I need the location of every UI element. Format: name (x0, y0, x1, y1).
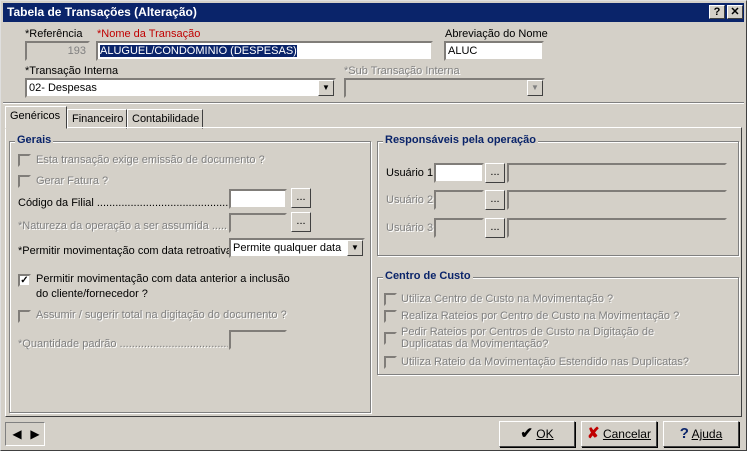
fatura-checkbox[interactable] (18, 175, 31, 188)
custo-opt2-label: Realiza Rateios por Centro de Custo na M… (401, 310, 680, 322)
usuario3-name-field (507, 218, 727, 238)
nome-input[interactable]: ALUGUEL/CONDOMINIO (DESPESAS) (96, 41, 433, 61)
transacao-select[interactable]: 02- Despesas ▼ (25, 78, 336, 98)
responsaveis-title: Responsáveis pela operação (383, 134, 539, 146)
chevron-down-icon[interactable]: ▼ (318, 80, 334, 96)
custo-opt3-checkbox[interactable] (384, 332, 397, 345)
fatura-label: Gerar Fatura ? (36, 175, 109, 187)
assumir-label: Assumir / sugerir total na digitação do … (36, 309, 287, 321)
title-bar: Tabela de Transações (Alteração) (3, 3, 744, 22)
emissao-checkbox[interactable] (18, 154, 31, 167)
filial-label: Código da Filial .......................… (18, 197, 228, 209)
usuario1-browse-button[interactable]: ... (485, 163, 505, 183)
natureza-browse-button[interactable]: ... (291, 212, 311, 232)
sub-select[interactable]: ▼ (344, 78, 545, 98)
ok-button[interactable]: ✔ OK (499, 421, 575, 447)
custo-opt4-checkbox[interactable] (384, 356, 397, 369)
custo-opt1-label: Utiliza Centro de Custo na Movimentação … (401, 293, 614, 305)
custo-opt3-label-1: Pedir Rateios por Centros de Custo na Di… (401, 326, 655, 338)
header-divider (3, 102, 744, 104)
check-icon: ✔ (520, 425, 533, 442)
chevron-down-icon[interactable]: ▼ (527, 80, 543, 96)
nome-label: *Nome da Transação (97, 28, 201, 40)
gerais-title: Gerais (15, 134, 54, 146)
retro-select[interactable]: Permite qualquer data ▼ (229, 238, 365, 258)
anterior-checkbox[interactable]: ✓ (18, 274, 31, 287)
usuario2-browse-button[interactable]: ... (485, 190, 505, 210)
custo-title: Centro de Custo (383, 270, 473, 282)
help-button[interactable]: ? Ajuda (663, 421, 739, 447)
qtd-label: *Quantidade padrão .....................… (18, 338, 228, 350)
filial-browse-button[interactable]: ... (291, 188, 311, 208)
chevron-down-icon[interactable]: ▼ (347, 240, 363, 256)
sub-label: *Sub Transação Interna (344, 65, 460, 77)
custo-opt1-checkbox[interactable] (384, 293, 397, 306)
filial-input[interactable] (229, 189, 287, 209)
assumir-checkbox[interactable] (18, 310, 31, 323)
custo-opt3-label-2: Duplicatas da Movimentação? (401, 338, 549, 350)
x-icon: ✘ (587, 425, 600, 442)
usuario2-input[interactable] (434, 190, 484, 210)
abrev-input[interactable]: ALUC (444, 41, 544, 61)
transaction-window: Tabela de Transações (Alteração) ? ✕ *Re… (0, 0, 747, 451)
cancel-button[interactable]: ✘ Cancelar (581, 421, 657, 447)
natureza-input[interactable] (229, 213, 287, 233)
usuario2-label: Usuário 2 (386, 194, 434, 206)
anterior-label-2: do cliente/fornecedor ? (36, 288, 148, 300)
tab-genericos[interactable]: Genéricos (5, 106, 67, 129)
natureza-label: *Natureza da operação a ser assumida ...… (18, 220, 228, 232)
close-title-button[interactable]: ✕ (727, 5, 743, 19)
abrev-label: Abreviação do Nome (445, 28, 548, 40)
usuario3-label: Usuário 3 (386, 222, 434, 234)
retro-label: *Permitir movimentação com data retroati… (18, 245, 239, 257)
transacao-label: *Transação Interna (25, 65, 119, 77)
qtd-input[interactable] (229, 330, 287, 350)
usuario3-input[interactable] (434, 218, 484, 238)
custo-opt4-label: Utiliza Rateio da Movimentação Estendido… (401, 356, 689, 368)
tab-financeiro[interactable]: Financeiro (67, 109, 127, 129)
help-icon: ? (679, 425, 689, 442)
anterior-label-1: Permitir movimentação com data anterior … (36, 273, 290, 285)
prev-arrow-icon[interactable]: ◀ (9, 425, 25, 443)
next-arrow-icon[interactable]: ▶ (27, 425, 43, 443)
tab-contabilidade[interactable]: Contabilidade (127, 109, 203, 129)
window-title: Tabela de Transações (Alteração) (7, 5, 197, 19)
ref-label: *Referência (25, 28, 83, 40)
emissao-label: Esta transação exige emissão de document… (36, 154, 265, 166)
usuario1-name-field (507, 163, 727, 183)
help-title-button[interactable]: ? (709, 5, 725, 19)
usuario3-browse-button[interactable]: ... (485, 218, 505, 238)
usuario1-input[interactable] (434, 163, 484, 183)
custo-opt2-checkbox[interactable] (384, 310, 397, 323)
usuario1-label: Usuário 1 (386, 167, 434, 179)
usuario2-name-field (507, 190, 727, 210)
ref-input[interactable]: 193 (25, 41, 90, 61)
